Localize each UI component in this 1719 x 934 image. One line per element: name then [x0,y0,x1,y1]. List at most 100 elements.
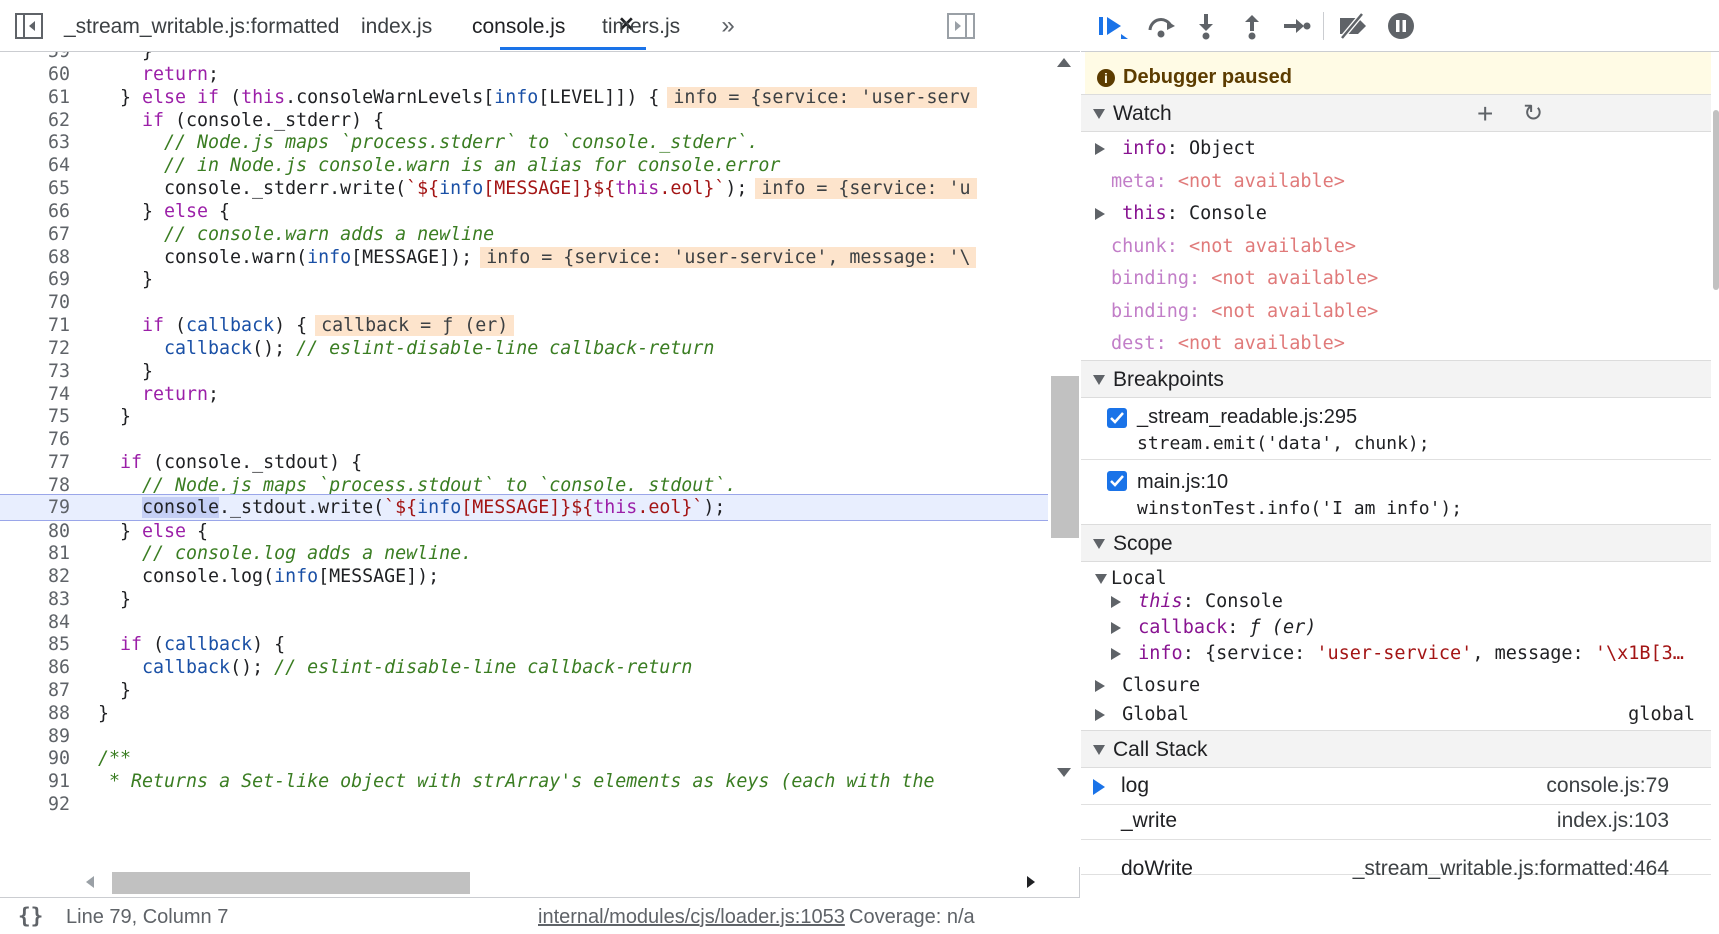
collapse-icon [1093,539,1105,550]
debugger-toolbar [1081,0,1719,52]
scroll-right-icon[interactable] [1027,876,1035,888]
pause-on-exceptions-icon[interactable] [1385,10,1417,42]
breakpoint-code: winstonTest.info('I am info'); [1137,498,1463,519]
pretty-print-icon[interactable]: {} [18,904,43,928]
scope-item[interactable]: callback: ƒ (er) [1081,615,1711,641]
inline-value: info = {service: 'user-service', message… [480,247,977,268]
add-watch-icon[interactable]: + [1477,95,1493,133]
code-line: 75} [47,406,132,427]
breakpoints-section-header[interactable]: Breakpoints [1081,360,1711,398]
code-line: 83} [47,589,132,610]
collapse-icon [1093,375,1105,386]
breakpoint-location: main.js:10 [1137,471,1229,493]
code-line: 71 if (callback) {callback = ƒ (er) [0,313,1048,338]
toggle-navigator-icon[interactable] [14,12,44,40]
collapse-icon [1093,109,1105,120]
collapse-icon [1093,745,1105,756]
editor-status-bar: {} Line 79, Column 7 internal/modules/cj… [0,897,1080,934]
scope-item[interactable]: this: Console [1081,589,1711,615]
cursor-position: Line 79, Column 7 [66,906,229,928]
scroll-down-icon[interactable] [1057,768,1071,777]
scope-global[interactable]: Global global [1081,698,1711,732]
sidebar-scroll-thumb[interactable] [1713,110,1719,290]
breakpoint-item[interactable]: _stream_readable.js:295 stream.emit('dat… [1081,398,1711,460]
watch-item[interactable]: info: Object [1081,132,1711,166]
expand-icon [1111,648,1121,660]
call-frame[interactable]: _write index.js:103 [1081,802,1711,840]
scroll-up-icon[interactable] [1057,58,1071,67]
breakpoint-item[interactable]: main.js:10 winstonTest.info('I am info')… [1081,461,1711,523]
expand-icon [1095,143,1105,155]
code-line: 66} else { [47,201,231,222]
call-stack-section-header[interactable]: Call Stack [1081,730,1711,768]
code-line: 65 console._stderr.write(`${info[MESSAGE]… [0,176,1048,201]
deactivate-breakpoints-icon[interactable] [1335,10,1371,42]
watch-item[interactable]: chunk: <not available> [1081,230,1711,264]
code-editor[interactable]: 59} 60return; 61} else if (this.consoleW… [0,52,1048,867]
tab-index-js[interactable]: index.js [361,0,432,52]
code-line: 81// console.log adds a newline. [47,543,473,564]
watch-item[interactable]: dest: <not available> [1081,327,1711,361]
code-line: 60 return; [47,64,220,85]
debugger-sidebar: i Debugger paused Watch + ↻ info: Object … [1081,0,1719,934]
paused-label: Debugger paused [1123,66,1292,88]
toolbar-divider [1323,12,1324,40]
refresh-icon[interactable]: ↻ [1523,95,1543,133]
watch-item[interactable]: binding: <not available> [1081,295,1711,329]
call-frame[interactable]: log console.js:79 [1081,767,1711,805]
call-frame[interactable]: doWrite _stream_writable.js:formatted:46… [1081,837,1711,880]
code-line: 90/** [47,748,132,769]
code-line: 85 if (callback) { [47,634,286,655]
code-line: 77 if (console._stdout) { [47,452,363,473]
inline-value: info = {service: 'user-serv [667,87,977,108]
watch-section-header[interactable]: Watch + ↻ [1081,94,1711,132]
code-line: 86 callback(); // eslint-disable-line cal… [47,657,693,678]
breakpoint-checkbox[interactable] [1107,408,1127,428]
code-line: 70 [47,292,70,313]
source-link[interactable]: internal/modules/cjs/loader.js:1053 [538,906,845,929]
watch-title: Watch [1113,102,1172,125]
tab-console-js[interactable]: console.js [472,0,565,52]
watch-item[interactable]: binding: <not available> [1081,262,1711,296]
step-over-icon[interactable] [1143,10,1179,42]
step-out-icon[interactable] [1237,10,1267,42]
scope-item[interactable]: info: {service: 'user-service', message:… [1081,641,1711,667]
watch-item[interactable]: meta: <not available> [1081,165,1711,199]
code-line: 73} [47,361,154,382]
watch-item[interactable]: this: Console [1081,197,1711,231]
code-line: 67// console.warn adds a newline [47,224,495,245]
scope-section-header[interactable]: Scope [1081,524,1711,562]
code-line: 61} else if (this.consoleWarnLevels[info… [0,85,1048,110]
expand-icon [1095,709,1105,721]
current-execution-line: 79 console._stdout.write(`${info[MESSAGE]… [0,494,1048,521]
resume-icon[interactable] [1095,10,1131,42]
breakpoint-location: _stream_readable.js:295 [1137,406,1358,428]
step-icon[interactable] [1281,10,1313,42]
code-line: 92 [47,794,70,815]
coverage-status: Coverage: n/a [849,906,975,928]
breakpoint-checkbox[interactable] [1107,471,1127,491]
expand-icon [1095,680,1105,692]
tab-timers-js[interactable]: timers.js [602,0,680,52]
more-tabs-icon[interactable]: » [714,12,742,40]
expand-icon [1095,208,1105,220]
breakpoints-title: Breakpoints [1113,368,1224,391]
code-line: 91 * Returns a Set-like object with strA… [47,771,935,792]
expand-icon [1111,622,1121,634]
code-line: 69} [47,269,154,290]
scroll-left-icon[interactable] [86,876,94,888]
code-line: 63// Node.js maps `process.stderr` to `c… [47,132,759,153]
vertical-scroll-thumb[interactable] [1051,376,1079,538]
code-line: 87} [47,680,132,701]
expand-icon [1111,596,1121,608]
toggle-debugger-icon[interactable] [946,12,976,40]
info-icon: i [1097,68,1115,87]
tab-stream-writable[interactable]: _stream_writable.js:formatted [64,0,339,52]
sources-editor-pane: _stream_writable.js:formatted index.js c… [0,0,1080,934]
step-into-icon[interactable] [1191,10,1221,42]
collapse-icon [1095,574,1107,584]
code-line: 64// in Node.js console.warn is an alias… [47,155,781,176]
code-line: 76 [47,429,70,450]
code-line: 88} [47,703,110,724]
horizontal-scroll-thumb[interactable] [112,872,470,894]
